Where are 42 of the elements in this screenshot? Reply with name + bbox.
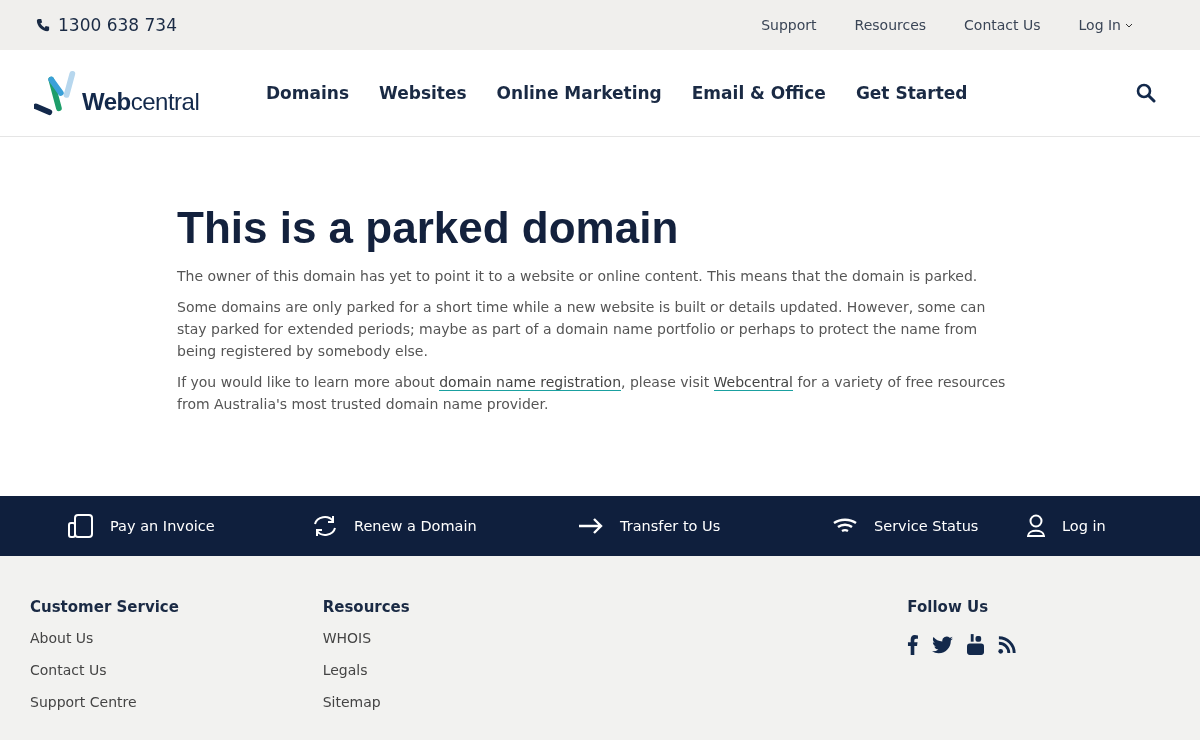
top-link[interactable]: Support [761,17,817,33]
paragraph: Some domains are only parked for a short time while a new website is built or details updated. However, some can stay parked for extended periods; maybe as part of a domain name portfolio or perhaps to protect the name from being registered by somebody else. [177,298,987,361]
phone-number: 1300 638 734 [58,15,177,35]
quick-link[interactable]: Pay an Invoice [68,514,312,538]
top-link[interactable]: Contact Us [964,17,1041,33]
logo-text[interactable]: Webcentral [82,88,200,116]
nav-link[interactable]: Email & Office [691,83,826,103]
quick-link[interactable]: Service Status [832,517,1026,535]
search-icon[interactable] [1136,83,1156,103]
footer-link[interactable]: About Us [30,630,94,646]
facebook-icon[interactable] [907,634,919,655]
footer-link[interactable]: WHOIS [322,630,372,646]
text-link[interactable]: domain name registration [439,374,622,391]
footer-heading: Resources [322,598,410,616]
top-link[interactable]: Log In [1078,17,1133,33]
footer-link[interactable]: Legals [322,662,368,678]
wifi-icon [832,517,858,535]
quick-link[interactable]: Log in [1026,514,1106,538]
footer-link[interactable]: Support Centre [30,694,137,710]
paragraph: If you would like to learn more about domain name registration, please visit Webcentral for a variety of free resources from Australia's most trusted domain name provider. [177,373,1007,414]
page-title: This is a parked domain [177,203,680,253]
user-icon [1026,514,1046,538]
phone-icon [36,18,50,32]
nav-link[interactable]: Online Marketing [496,83,662,103]
quick-link[interactable]: Transfer to Us [578,517,832,535]
rss-icon[interactable] [998,635,1017,654]
bird-icon[interactable] [932,635,954,654]
footer-heading: Follow Us [907,598,989,616]
document-icon [68,514,94,538]
paragraph: The owner of this domain has yet to point it to a website or online content. This means that the domain is parked. [177,267,979,286]
text-link[interactable]: Webcentral [713,374,793,391]
footer-link[interactable]: Sitemap [322,694,381,710]
nav-link[interactable]: Get Started [855,83,968,103]
caret-icon [1125,22,1133,28]
refresh-icon [312,514,338,538]
top-link[interactable]: Resources [854,17,927,33]
footer-heading: Customer Service [30,598,179,616]
nav-link[interactable]: Domains [266,83,350,103]
quick-link[interactable]: Renew a Domain [312,514,578,538]
footer-link[interactable]: Contact Us [30,662,107,678]
nav-link[interactable]: Websites [379,83,467,103]
arrow-right-icon [578,517,604,535]
